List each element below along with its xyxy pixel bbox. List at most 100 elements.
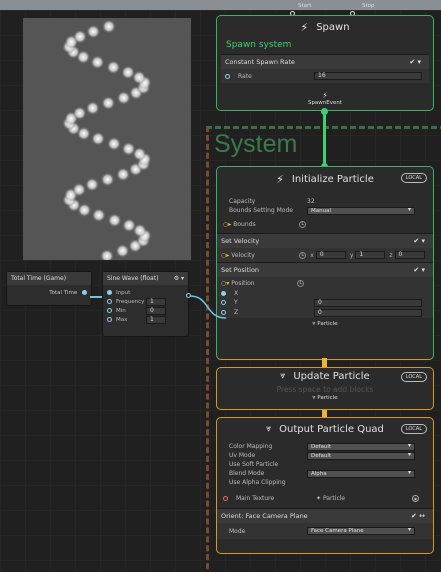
orient-mode-dropdown[interactable]: Face Camera Plane: [307, 527, 415, 535]
preview-particle: [100, 172, 115, 187]
position-row: ○▾ Position L: [217, 277, 433, 289]
constant-spawn-rate-header: Constant Spawn Rate ✔ ▾: [221, 55, 429, 69]
output-title: Output Particle Quad: [279, 423, 384, 435]
rate-row: Rate 16: [221, 69, 429, 83]
frequency-port[interactable]: [107, 299, 112, 304]
main-texture-label: Main Texture: [236, 494, 275, 502]
max-field[interactable]: 1: [146, 315, 166, 324]
use-alpha-clipping-label: Use Alpha Clipping: [229, 479, 286, 486]
particle-preview: [23, 18, 191, 260]
z-axis-label: z: [389, 251, 393, 259]
add-blocks-placeholder[interactable]: Press space to add blocks: [217, 384, 433, 395]
min-field[interactable]: 0: [146, 306, 166, 315]
init-output-label: ⩔ Particle: [217, 321, 433, 328]
min-label: Min: [116, 307, 126, 314]
initialize-header: ⚡ Initialize Particle LOCAL: [217, 167, 433, 191]
y-axis-label: y: [349, 251, 354, 259]
local-badge[interactable]: LOCAL: [400, 173, 427, 183]
main-texture-port[interactable]: [223, 495, 228, 501]
constant-spawn-rate-block[interactable]: Constant Spawn Rate ✔ ▾ Rate 16: [221, 54, 429, 83]
space-toggle-icon[interactable]: L: [299, 251, 307, 259]
position-y-port[interactable]: [221, 300, 226, 305]
lightning-icon: ⚡: [322, 91, 328, 100]
local-badge[interactable]: LOCAL: [400, 424, 427, 434]
space-toggle-icon[interactable]: L: [297, 279, 305, 287]
main-texture-value[interactable]: ✦ Particle: [316, 495, 412, 502]
total-time-out-label: Total Time: [49, 290, 78, 296]
set-velocity-block[interactable]: Set Velocity ✔ ▾ ○▸ Velocity L x 0 y 1 z…: [217, 233, 433, 262]
position-y-field[interactable]: 0: [314, 298, 422, 307]
position-x-port[interactable]: [221, 291, 226, 296]
sine-wave-node[interactable]: Sine Wave (float) ⚙ ▾ Input Frequency 1 …: [102, 271, 191, 337]
orient-block[interactable]: Orient: Face Camera Plane ✔ ↔ Mode Face …: [217, 508, 433, 539]
spawn-event-label: SpawnEvent: [307, 100, 343, 106]
capacity-value[interactable]: 32: [307, 198, 315, 205]
set-position-block[interactable]: Set Position ✔ ▾ ○▾ Position L X Y 0 Z 0: [217, 262, 433, 318]
sine-output-port[interactable]: [186, 293, 191, 298]
min-port[interactable]: [107, 308, 112, 313]
sine-input-port[interactable]: [107, 290, 112, 295]
rate-port[interactable]: [225, 73, 230, 79]
uv-mode-dropdown[interactable]: Default: [307, 451, 415, 460]
velocity-x-field[interactable]: 0: [315, 251, 346, 259]
preview-particle: [122, 218, 137, 233]
velocity-y-field[interactable]: 1: [355, 251, 386, 259]
position-z-label: Z: [234, 309, 239, 316]
set-velocity-header: Set Velocity ✔ ▾: [217, 234, 433, 248]
use-soft-particle-label: Use Soft Particle: [229, 461, 279, 468]
total-time-header: Total Time (Game): [7, 272, 91, 285]
position-z-field[interactable]: 0: [314, 308, 422, 317]
orient-header: Orient: Face Camera Plane ✔ ↔: [217, 509, 433, 523]
main-texture-row: Main Texture ✦ Particle ◉: [217, 491, 433, 505]
rate-field[interactable]: 16: [314, 72, 422, 80]
total-time-node[interactable]: Total Time (Game) Total Time: [6, 271, 92, 306]
position-z-port[interactable]: [221, 310, 226, 315]
collapse-icon[interactable]: ○▾: [221, 280, 229, 287]
flow-icon: ⩔: [312, 321, 316, 327]
color-mapping-dropdown[interactable]: Default: [307, 442, 415, 451]
bounds-mode-dropdown[interactable]: Manual: [307, 206, 415, 215]
flow-icon: ⩔: [280, 371, 286, 381]
preview-particle: [116, 167, 131, 182]
space-toggle-icon[interactable]: L: [299, 220, 307, 228]
lightning-icon: ⚡: [300, 20, 309, 34]
max-label: Max: [116, 316, 128, 323]
lightning-icon: ⚡: [276, 172, 284, 186]
preview-particle: [116, 90, 131, 105]
capacity-label: Capacity: [229, 198, 256, 205]
preview-particle: [72, 182, 87, 197]
object-picker-icon[interactable]: ◉: [412, 494, 419, 502]
main-texture-name: Particle: [322, 494, 346, 502]
expand-icon[interactable]: ○▸: [221, 252, 229, 259]
update-output-label: ⩔ Particle: [217, 395, 433, 402]
spawn-out-port[interactable]: [321, 108, 328, 115]
capacity-row: Capacity 32: [217, 197, 433, 206]
block-enabled-checkbox[interactable]: ✔ ▾: [413, 266, 425, 274]
spawn-context[interactable]: ⚡ Spawn Spawn system Constant Spawn Rate…: [216, 15, 434, 111]
blend-mode-dropdown[interactable]: Alpha: [307, 469, 415, 478]
expand-icon[interactable]: ○▸: [223, 221, 231, 228]
block-enabled-checkbox[interactable]: ✔ ▾: [409, 58, 421, 66]
preview-particle: [107, 136, 121, 151]
frequency-field[interactable]: 1: [146, 297, 166, 306]
spawn-header: ⚡ Spawn: [217, 16, 433, 38]
block-enabled-checkbox[interactable]: ✔ ↔: [411, 512, 425, 520]
block-enabled-checkbox[interactable]: ✔ ▾: [413, 237, 425, 245]
total-time-out-port[interactable]: [82, 290, 87, 295]
preview-particle: [86, 24, 101, 39]
block-title: Set Position: [221, 266, 260, 274]
output-context[interactable]: ⩔ Output Particle Quad LOCAL Color Mappi…: [216, 417, 434, 554]
max-port[interactable]: [107, 317, 112, 322]
block-title: Constant Spawn Rate: [225, 58, 295, 66]
color-mapping-row: Color Mapping Default: [217, 442, 433, 451]
settings-gear-icon[interactable]: ⚙ ▾: [174, 272, 184, 285]
initialize-context[interactable]: ⚡ Initialize Particle LOCAL Capacity 32 …: [216, 166, 434, 360]
system-title[interactable]: System: [214, 130, 297, 159]
flow-icon: ⩔: [312, 395, 316, 401]
update-title: Update Particle: [293, 370, 370, 382]
update-context[interactable]: ⩔ Update Particle LOCAL Press space to a…: [216, 367, 434, 410]
preview-image: [62, 19, 152, 260]
local-badge[interactable]: LOCAL: [400, 372, 427, 382]
velocity-z-field[interactable]: 0: [394, 251, 425, 259]
preview-particle: [121, 141, 136, 156]
